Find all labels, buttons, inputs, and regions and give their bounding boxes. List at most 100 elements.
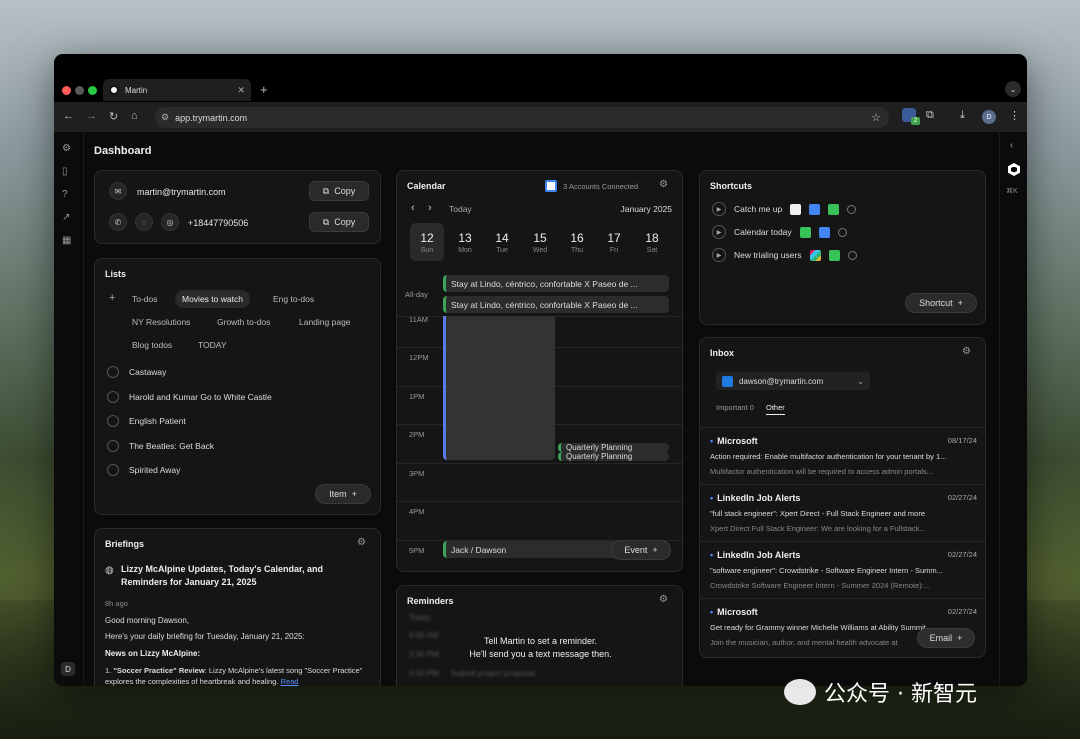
copy-phone-button[interactable]: ⧉ Copy <box>309 212 369 232</box>
checkbox[interactable] <box>107 464 119 476</box>
settings-icon[interactable]: ⚙ <box>62 143 71 154</box>
accounts-connected[interactable]: 3 Accounts Connected <box>563 182 638 191</box>
prev-week-icon[interactable]: ‹ <box>411 202 415 214</box>
reload-icon[interactable]: ↻ <box>109 110 118 123</box>
account-selector[interactable]: dawson@trymartin.com ⌄ <box>716 372 870 390</box>
tab-list-5[interactable]: Landing page <box>292 313 358 331</box>
event-block[interactable] <box>443 316 555 460</box>
tab-strip: Martin ✕ + ⌄ <box>54 54 1027 102</box>
reminders-settings-icon[interactable]: ⚙ <box>659 594 668 605</box>
tab-search-icon[interactable]: ⌄ <box>1005 81 1021 97</box>
browser-tab[interactable]: Martin ✕ <box>103 79 251 101</box>
shortcut-item[interactable]: ▶ New trialing users <box>712 248 857 262</box>
tab-important[interactable]: Important 0 <box>716 403 754 412</box>
browser-menu-icon[interactable]: ⋮ <box>1009 109 1020 122</box>
mail-item[interactable]: Microsoft 08/17/24 Action required: Enab… <box>700 427 985 484</box>
home-icon[interactable]: ⌂ <box>131 110 138 122</box>
day-fri[interactable]: 17 Fri <box>597 223 631 261</box>
phone-device-icon[interactable]: ▯ <box>62 166 68 177</box>
info-icon[interactable] <box>837 227 847 237</box>
arrow-out-icon[interactable]: ↗ <box>62 212 70 223</box>
read-link[interactable]: Read <box>281 677 299 686</box>
back-icon[interactable]: ← <box>63 110 74 122</box>
new-tab-icon[interactable]: + <box>260 82 268 97</box>
list-item[interactable]: The Beatles: Get Back <box>107 440 214 452</box>
inbox-settings-icon[interactable]: ⚙ <box>962 346 971 357</box>
list-item[interactable]: Harold and Kumar Go to White Castle <box>107 391 272 403</box>
shortcut-item[interactable]: ▶ Calendar today <box>712 225 847 239</box>
play-icon[interactable]: ▶ <box>712 202 726 216</box>
info-icon[interactable] <box>847 250 857 260</box>
shortcut-item[interactable]: ▶ Catch me up <box>712 202 857 216</box>
day-sat[interactable]: 18 Sat <box>635 223 669 261</box>
day-sun[interactable]: 12 Sun <box>410 223 444 261</box>
tab-list-4[interactable]: Growth to-dos <box>210 313 277 331</box>
phone-icon[interactable]: ✆ <box>109 213 127 231</box>
user-avatar[interactable]: D <box>61 662 75 676</box>
tab-other[interactable]: Other <box>766 403 785 415</box>
checkbox[interactable] <box>107 440 119 452</box>
calendar-event[interactable]: Quarterly Planning <box>558 452 669 461</box>
checkbox[interactable] <box>107 391 119 403</box>
add-list-icon[interactable]: + <box>109 292 115 304</box>
plus-icon: + <box>957 298 963 308</box>
mail-item[interactable]: LinkedIn Job Alerts 02/27/24 "full stack… <box>700 484 985 541</box>
briefing-item: 1. "Soccer Practice" Review: Lizzy McAlp… <box>105 666 363 686</box>
today-button[interactable]: Today <box>449 204 472 214</box>
close-window-button[interactable] <box>62 86 71 95</box>
day-tue[interactable]: 14 Tue <box>485 223 519 261</box>
list-item[interactable]: Castaway <box>107 366 166 378</box>
info-icon[interactable] <box>847 204 857 214</box>
forward-icon[interactable]: → <box>86 110 97 122</box>
whatsapp-icon[interactable]: ◎ <box>161 213 179 231</box>
all-day-event[interactable]: Stay at Lindo, céntrico, confortable X P… <box>443 275 669 292</box>
list-item[interactable]: Spirited Away <box>107 464 180 476</box>
day-wed[interactable]: 15 Wed <box>523 223 557 261</box>
mail-item[interactable]: LinkedIn Job Alerts 02/27/24 "software e… <box>700 541 985 598</box>
play-icon[interactable]: ▶ <box>712 248 726 262</box>
download-icon[interactable]: ⤓ <box>960 109 965 122</box>
gift-icon[interactable]: ▦ <box>62 235 71 246</box>
calendar-event[interactable]: Quarterly Planning <box>558 443 669 452</box>
puzzle-extensions-icon[interactable]: ⧉ <box>926 109 934 122</box>
add-item-button[interactable]: Item + <box>315 484 371 504</box>
app-body: ⚙ ▯ ? ↗ ▦ D ‹ ⌘K Dashboard ✉ martin@trym… <box>54 132 1027 686</box>
tab-list-7[interactable]: TODAY <box>191 336 234 354</box>
checkbox[interactable] <box>107 366 119 378</box>
lists-card: Lists + To-dos Movies to watch Eng to-do… <box>94 258 381 515</box>
day-thu[interactable]: 16 Thu <box>560 223 594 261</box>
copy-email-label: Copy <box>334 186 356 196</box>
checkbox[interactable] <box>107 415 119 427</box>
maximize-window-button[interactable] <box>88 86 97 95</box>
calendar-settings-icon[interactable]: ⚙ <box>659 179 668 190</box>
site-settings-icon[interactable]: ⚙ <box>161 112 169 123</box>
copy-email-button[interactable]: ⧉ Copy <box>309 181 369 201</box>
briefings-settings-icon[interactable]: ⚙ <box>357 537 366 548</box>
tab-list-6[interactable]: Blog todos <box>125 336 179 354</box>
address-bar[interactable]: ⚙ app.trymartin.com ☆ <box>155 107 889 128</box>
list-item[interactable]: English Patient <box>107 415 186 427</box>
tab-list-2[interactable]: Eng to-dos <box>266 290 321 308</box>
minimize-window-button[interactable] <box>75 86 84 95</box>
all-day-event[interactable]: Stay at Lindo, céntrico, confortable X P… <box>443 296 669 313</box>
bookmark-star-icon[interactable]: ☆ <box>871 111 881 124</box>
message-icon[interactable]: ◌ <box>135 213 153 231</box>
close-tab-icon[interactable]: ✕ <box>237 85 245 96</box>
play-icon[interactable]: ▶ <box>712 225 726 239</box>
tab-list-1[interactable]: Movies to watch <box>175 290 250 308</box>
add-shortcut-button[interactable]: Shortcut + <box>905 293 977 313</box>
hour-label: 12PM <box>409 353 429 362</box>
extension-icon[interactable]: 2 <box>902 108 920 125</box>
day-mon[interactable]: 13 Mon <box>448 223 482 261</box>
hour-line <box>397 463 682 464</box>
collapse-chevron-icon[interactable]: ‹ <box>1010 140 1013 151</box>
briefing-headline[interactable]: Lizzy McAlpine Updates, Today's Calendar… <box>121 563 349 589</box>
add-event-button[interactable]: Event + <box>611 540 671 560</box>
tab-list-3[interactable]: NY Resolutions <box>125 313 197 331</box>
add-email-button[interactable]: Email + <box>917 628 975 648</box>
profile-avatar[interactable]: D <box>982 110 996 124</box>
tab-list-0[interactable]: To-dos <box>125 290 165 308</box>
martin-logo-icon[interactable] <box>1008 163 1020 176</box>
next-week-icon[interactable]: › <box>428 202 432 214</box>
help-icon[interactable]: ? <box>62 189 68 200</box>
